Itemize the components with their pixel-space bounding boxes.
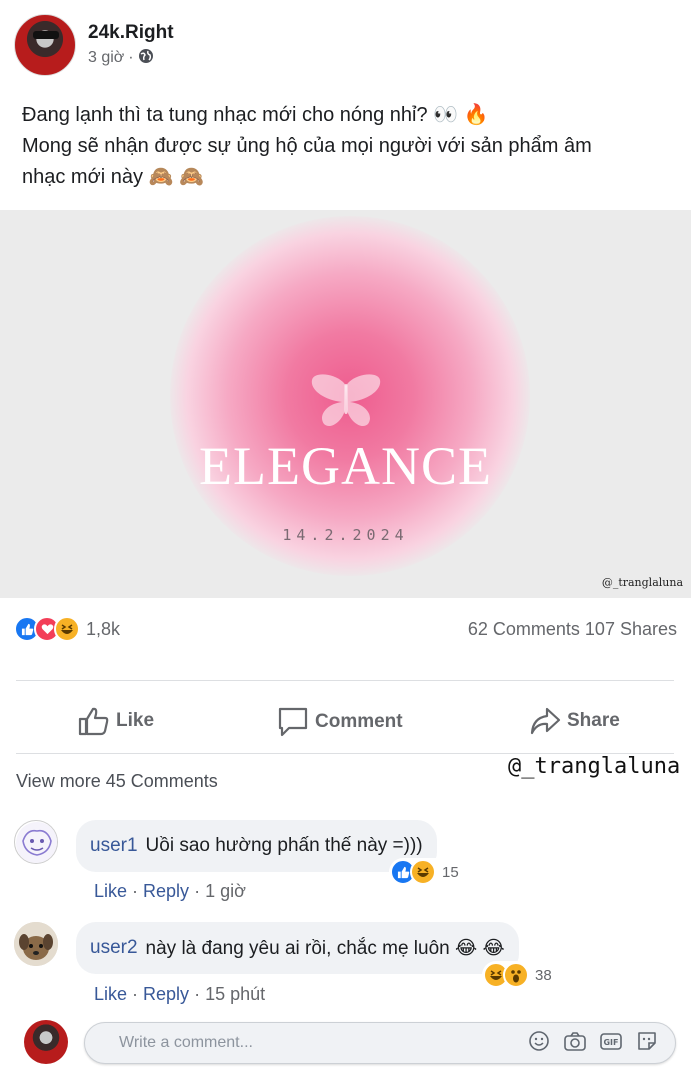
comment-placeholder: Write a comment...: [119, 1034, 253, 1051]
like-button[interactable]: Like: [78, 706, 154, 736]
post-stats: 1,8k 62 Comments 107 Shares: [14, 614, 677, 644]
image-watermark: @_tranglaluna: [601, 576, 683, 589]
camera-icon[interactable]: [563, 1029, 587, 1053]
comment-reactions[interactable]: 15: [389, 858, 463, 886]
comment-username[interactable]: user2: [90, 937, 138, 959]
comment-reply-link[interactable]: Reply: [143, 881, 189, 901]
thumbs-up-icon: [78, 707, 109, 736]
commenter-avatar[interactable]: [14, 922, 58, 966]
post-text-line: Đang lạnh thì ta tung nhạc mới cho nóng …: [22, 104, 489, 126]
comment-username[interactable]: user1: [90, 835, 138, 857]
comment-reply-link[interactable]: Reply: [143, 984, 189, 1004]
post-image[interactable]: ELEGANCE 14.2.2024 @_tranglaluna: [0, 210, 691, 598]
album-date: 14.2.2024: [282, 526, 409, 544]
post-text-line: nhạc mới này 🙈 🙈: [22, 166, 204, 188]
comment-composer: Write a comment... GIF: [14, 1020, 677, 1068]
comment-meta: Like · Reply · 15 phút: [94, 984, 266, 1004]
post-subline: 3 giờ ·: [88, 48, 174, 69]
comment-like-link[interactable]: Like: [94, 984, 127, 1004]
comment-icon: [278, 707, 308, 737]
divider: [16, 680, 674, 681]
reaction-count: 1,8k: [86, 618, 121, 639]
watermark: @_tranglaluna: [508, 754, 681, 779]
butterfly-icon: [311, 374, 381, 427]
haha-reaction-icon: [54, 616, 80, 642]
gif-icon[interactable]: GIF: [599, 1029, 623, 1053]
emoji-icon[interactable]: [527, 1029, 551, 1053]
comment-reaction-count: 15: [442, 863, 459, 881]
shares-count[interactable]: 107 Shares: [585, 619, 677, 639]
composer-tools: GIF: [527, 1029, 659, 1053]
post-header: 24k.Right 3 giờ ·: [14, 14, 174, 76]
separator: ·: [128, 49, 134, 66]
comment-bubble: user1 Uồi sao hường phấn thế này =))): [76, 820, 437, 872]
globe-icon: [138, 48, 154, 69]
commenter-avatar[interactable]: [14, 820, 58, 864]
comment-label: Comment: [315, 711, 403, 732]
comment-reactions[interactable]: 38: [482, 961, 556, 989]
share-button[interactable]: Share: [529, 706, 620, 736]
post-meta: 24k.Right 3 giờ ·: [88, 22, 174, 69]
comment-text: này là đang yêu ai rồi, chắc mẹ luôn 😂 😂: [145, 937, 505, 959]
comment-bubble: user2 này là đang yêu ai rồi, chắc mẹ lu…: [76, 922, 519, 974]
like-label: Like: [116, 710, 155, 731]
comment-reaction-count: 38: [535, 966, 552, 984]
share-icon: [530, 707, 561, 735]
post-actions: Like Comment Share: [0, 700, 691, 746]
author-name[interactable]: 24k.Right: [88, 22, 174, 44]
comment-share-counts: 62 Comments 107 Shares: [468, 619, 677, 640]
post-time[interactable]: 3 giờ: [88, 49, 124, 67]
svg-text:GIF: GIF: [603, 1038, 618, 1047]
current-user-avatar[interactable]: [24, 1020, 68, 1064]
comment-meta: Like · Reply · 1 giờ: [94, 881, 246, 901]
view-more-comments[interactable]: View more 45 Comments: [16, 771, 218, 792]
album-title: ELEGANCE: [199, 436, 492, 496]
comment-like-link[interactable]: Like: [94, 881, 127, 901]
author-avatar[interactable]: [14, 14, 76, 76]
reaction-summary[interactable]: 1,8k: [14, 616, 120, 642]
comment-time[interactable]: 15 phút: [205, 984, 265, 1004]
haha-reaction-icon: [410, 859, 436, 885]
comment-text: Uồi sao hường phấn thế này =))): [145, 835, 423, 856]
share-label: Share: [567, 710, 620, 731]
post-text-line: Mong sẽ nhận được sự ủng hộ của mọi ngườ…: [22, 135, 592, 157]
comment-button[interactable]: Comment: [277, 706, 403, 738]
wow-reaction-icon: [503, 962, 529, 988]
comments-count[interactable]: 62 Comments: [468, 619, 580, 639]
post-text: Đang lạnh thì ta tung nhạc mới cho nóng …: [22, 100, 672, 193]
sticker-icon[interactable]: [635, 1029, 659, 1053]
comment-time[interactable]: 1 giờ: [205, 881, 246, 901]
